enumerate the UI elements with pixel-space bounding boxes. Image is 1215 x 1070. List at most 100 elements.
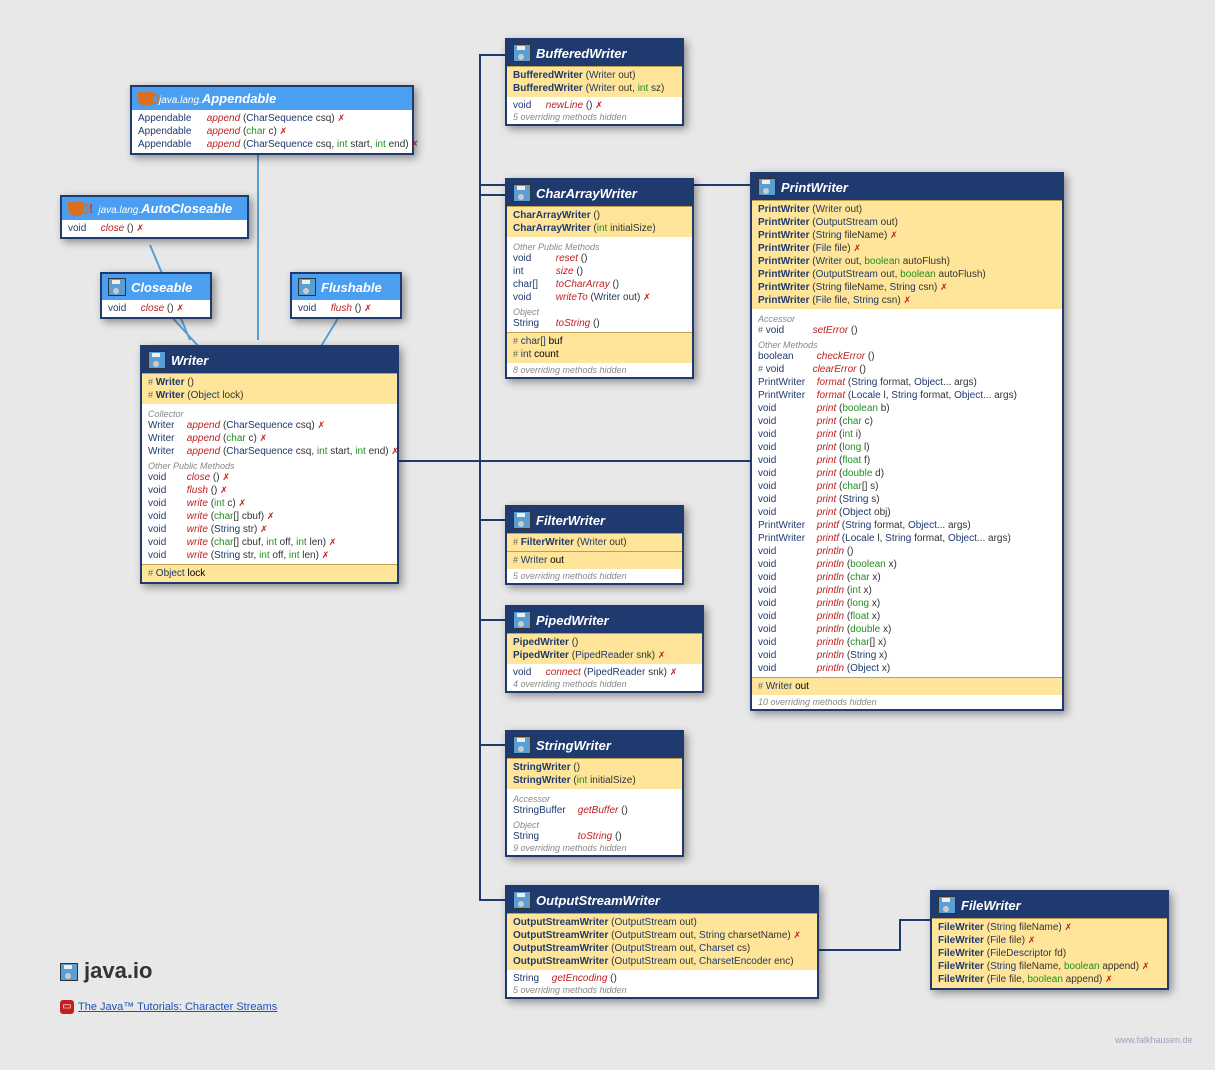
method-row: void close () ✗	[68, 222, 241, 235]
disk-icon	[758, 178, 776, 196]
constructor-row: # Writer (Object lock)	[148, 389, 391, 402]
constructor-row: PipedWriter ()	[513, 636, 696, 649]
package-title: java.io	[60, 958, 152, 984]
hidden-note: 5 overriding methods hidden	[513, 985, 811, 995]
disk-icon	[148, 351, 166, 369]
method-row: void println (char[] x)	[758, 636, 1056, 649]
method-row: void print (char c)	[758, 415, 1056, 428]
constructor-row: PrintWriter (OutputStream out, boolean a…	[758, 268, 1056, 281]
cup-icon	[68, 202, 84, 216]
class-header: FileWriter	[932, 892, 1167, 918]
method-row: void flush () ✗	[148, 484, 391, 497]
method-row: # void clearError ()	[758, 363, 1056, 376]
hidden-note: 9 overriding methods hidden	[513, 843, 676, 853]
hidden-note: 8 overriding methods hidden	[513, 365, 686, 375]
constructor-row: PrintWriter (Writer out, boolean autoFlu…	[758, 255, 1056, 268]
method-row: Writer append (char c) ✗	[148, 432, 391, 445]
method-row: void println (int x)	[758, 584, 1056, 597]
method-row: Appendable append (char c) ✗	[138, 125, 406, 138]
disk-icon	[513, 891, 531, 909]
method-row: void println (double x)	[758, 623, 1056, 636]
class-autocloseable: !java.lang.AutoCloseable void close () ✗	[60, 195, 249, 239]
section-label: Other Public Methods	[148, 458, 391, 471]
field-row: # int count	[513, 348, 686, 361]
disk-icon	[513, 736, 531, 754]
class-filewriter: FileWriter FileWriter (String fileName) …	[930, 890, 1169, 990]
method-row: Appendable append (CharSequence csq) ✗	[138, 112, 406, 125]
method-row: StringBuffer getBuffer ()	[513, 804, 676, 817]
section-label: Other Methods	[758, 337, 1056, 350]
constructor-row: PrintWriter (OutputStream out)	[758, 216, 1056, 229]
method-row: void reset ()	[513, 252, 686, 265]
class-bufferedwriter: BufferedWriter BufferedWriter (Writer ou…	[505, 38, 684, 126]
class-header: CharArrayWriter	[507, 180, 692, 206]
disk-icon	[60, 963, 78, 981]
section-label: Accessor	[758, 311, 1056, 324]
constructor-row: OutputStreamWriter (OutputStream out, St…	[513, 929, 811, 942]
method-row: void flush () ✗	[298, 302, 394, 315]
hidden-note: 4 overriding methods hidden	[513, 679, 696, 689]
class-header: PrintWriter	[752, 174, 1062, 200]
method-row: void print (Object obj)	[758, 506, 1056, 519]
class-header: !java.lang.AutoCloseable	[62, 197, 247, 220]
constructor-row: FileWriter (File file, boolean append) ✗	[938, 973, 1161, 986]
disk-icon	[513, 611, 531, 629]
constructor-row: StringWriter ()	[513, 761, 676, 774]
method-row: PrintWriter printf (Locale l, String for…	[758, 532, 1056, 545]
constructor-row: CharArrayWriter ()	[513, 209, 686, 222]
method-row: void newLine () ✗	[513, 99, 676, 112]
method-row: String getEncoding ()	[513, 972, 811, 985]
class-flushable: Flushable void flush () ✗	[290, 272, 402, 319]
disk-icon	[513, 511, 531, 529]
disk-icon	[108, 278, 126, 296]
method-row: boolean checkError ()	[758, 350, 1056, 363]
class-header: OutputStreamWriter	[507, 887, 817, 913]
constructor-row: PipedWriter (PipedReader snk) ✗	[513, 649, 696, 662]
section-label: Accessor	[513, 791, 676, 804]
class-printwriter: PrintWriter PrintWriter (Writer out)Prin…	[750, 172, 1064, 711]
constructor-row: FileWriter (File file) ✗	[938, 934, 1161, 947]
class-chararraywriter: CharArrayWriter CharArrayWriter ()CharAr…	[505, 178, 694, 379]
constructor-row: OutputStreamWriter (OutputStream out, Ch…	[513, 942, 811, 955]
constructor-row: BufferedWriter (Writer out)	[513, 69, 676, 82]
method-row: String toString ()	[513, 830, 676, 843]
cup-icon	[138, 92, 154, 106]
method-row: void write (int c) ✗	[148, 497, 391, 510]
constructor-row: BufferedWriter (Writer out, int sz)	[513, 82, 676, 95]
class-outputstreamwriter: OutputStreamWriter OutputStreamWriter (O…	[505, 885, 819, 999]
method-row: void println (float x)	[758, 610, 1056, 623]
constructor-row: # Writer ()	[148, 376, 391, 389]
class-header: Writer	[142, 347, 397, 373]
constructor-row: PrintWriter (Writer out)	[758, 203, 1056, 216]
method-row: # void setError ()	[758, 324, 1056, 337]
disk-icon	[938, 896, 956, 914]
method-row: Appendable append (CharSequence csq, int…	[138, 138, 406, 151]
method-row: Writer append (CharSequence csq, int sta…	[148, 445, 391, 458]
method-row: void print (int i)	[758, 428, 1056, 441]
method-row: PrintWriter format (String format, Objec…	[758, 376, 1056, 389]
class-closeable: Closeable void close () ✗	[100, 272, 212, 319]
method-row: PrintWriter printf (String format, Objec…	[758, 519, 1056, 532]
method-row: String toString ()	[513, 317, 686, 330]
constructor-row: FileWriter (FileDescriptor fd)	[938, 947, 1161, 960]
method-row: void connect (PipedReader snk) ✗	[513, 666, 696, 679]
class-header: Closeable	[102, 274, 210, 300]
section-label: Collector	[148, 406, 391, 419]
method-row: void println (long x)	[758, 597, 1056, 610]
method-row: void write (char[] cbuf, int off, int le…	[148, 536, 391, 549]
constructor-row: FileWriter (String fileName) ✗	[938, 921, 1161, 934]
method-row: Writer append (CharSequence csq) ✗	[148, 419, 391, 432]
method-row: char[] toCharArray ()	[513, 278, 686, 291]
disk-icon	[513, 184, 531, 202]
constructor-row: OutputStreamWriter (OutputStream out, Ch…	[513, 955, 811, 968]
method-row: void close () ✗	[108, 302, 204, 315]
method-row: void println (boolean x)	[758, 558, 1056, 571]
constructor-row: OutputStreamWriter (OutputStream out)	[513, 916, 811, 929]
constructor-row: PrintWriter (File file, String csn) ✗	[758, 294, 1056, 307]
method-row: void print (String s)	[758, 493, 1056, 506]
class-stringwriter: StringWriter StringWriter ()StringWriter…	[505, 730, 684, 857]
tutorial-link[interactable]: ▭The Java™ Tutorials: Character Streams	[60, 1000, 277, 1014]
method-row: void println (String x)	[758, 649, 1056, 662]
method-row: void print (double d)	[758, 467, 1056, 480]
section-label: Object	[513, 304, 686, 317]
